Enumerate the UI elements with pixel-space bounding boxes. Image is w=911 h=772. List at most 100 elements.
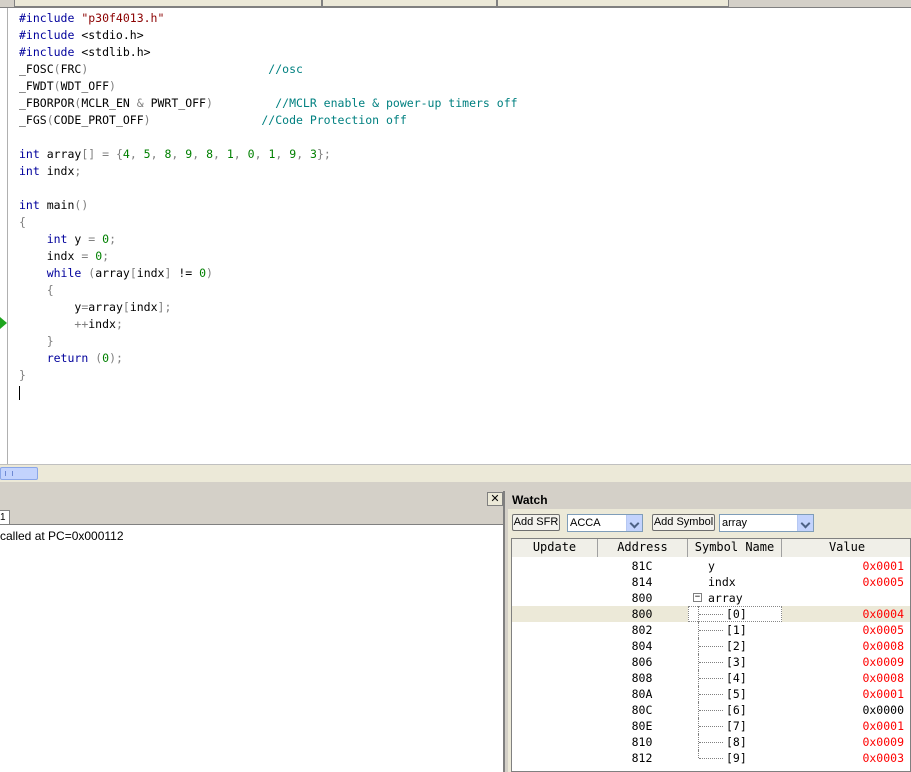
code-line[interactable]: { bbox=[19, 214, 518, 231]
code-token: [] = { bbox=[81, 147, 123, 161]
column-header-value[interactable]: Value bbox=[782, 539, 910, 557]
editor-horizontal-scrollbar[interactable] bbox=[0, 464, 911, 482]
watch-value[interactable]: 0x0008 bbox=[780, 670, 904, 686]
close-icon[interactable]: ✕ bbox=[487, 492, 503, 506]
watch-address: 812 bbox=[631, 751, 653, 765]
code-line[interactable]: { bbox=[19, 282, 518, 299]
code-line[interactable]: _FOSC(FRC) //osc bbox=[19, 61, 518, 78]
watch-row[interactable]: 810 [8] 0x0009 bbox=[512, 734, 910, 750]
code-line[interactable]: #include <stdio.h> bbox=[19, 27, 518, 44]
sfr-select[interactable]: ACCA bbox=[567, 514, 643, 532]
code-token: array bbox=[88, 300, 123, 314]
code-line[interactable]: return (0); bbox=[19, 350, 518, 367]
watch-row[interactable]: 80A [5] 0x0001 bbox=[512, 686, 910, 702]
code-line[interactable] bbox=[19, 129, 518, 146]
code-token: , bbox=[275, 147, 290, 161]
watch-value[interactable]: 0x0001 bbox=[780, 718, 904, 734]
watch-row[interactable]: 81C y 0x0001 bbox=[512, 558, 910, 574]
watch-value[interactable]: 0x0004 bbox=[780, 606, 904, 622]
watch-value[interactable]: 0x0005 bbox=[780, 574, 904, 590]
watch-row[interactable]: 814 indx 0x0005 bbox=[512, 574, 910, 590]
code-line[interactable]: while (array[indx] != 0) bbox=[19, 265, 518, 282]
watch-value[interactable]: 0x0001 bbox=[780, 558, 904, 574]
code-line[interactable]: y=array[indx]; bbox=[19, 299, 518, 316]
watch-row[interactable]: 80E [7] 0x0001 bbox=[512, 718, 910, 734]
watch-symbol: [0] bbox=[726, 607, 747, 621]
add-sfr-button[interactable]: Add SFR bbox=[512, 514, 560, 531]
output-text-area[interactable]: called at PC=0x000112 bbox=[0, 524, 503, 772]
code-token: //osc bbox=[268, 62, 303, 76]
watch-row[interactable]: 800 [0] 0x0004 bbox=[512, 606, 910, 622]
code-line[interactable]: _FGS(CODE_PROT_OFF) //Code Protection of… bbox=[19, 112, 518, 129]
watch-symbol: [5] bbox=[726, 687, 747, 701]
watch-grid[interactable]: Update Address Symbol Name Value 81C y 0x0… bbox=[511, 538, 911, 772]
code-line[interactable]: _FBORPOR(MCLR_EN & PWRT_OFF) //MCLR enab… bbox=[19, 95, 518, 112]
chevron-down-icon[interactable] bbox=[626, 515, 642, 531]
source-code[interactable]: #include "p30f4013.h" #include <stdio.h> #… bbox=[19, 10, 518, 401]
code-token: , bbox=[296, 147, 311, 161]
add-symbol-button[interactable]: Add Symbol bbox=[652, 514, 715, 531]
code-line[interactable]: _FWDT(WDT_OFF) bbox=[19, 78, 518, 95]
watch-address: 800 bbox=[631, 591, 653, 605]
watch-row[interactable]: 802 [1] 0x0005 bbox=[512, 622, 910, 638]
code-line[interactable]: ++indx; bbox=[19, 316, 518, 333]
watch-value[interactable]: 0x0000 bbox=[780, 702, 904, 718]
watch-address: 814 bbox=[631, 575, 653, 589]
code-token: WDT_OFF bbox=[60, 79, 110, 93]
code-token: ; bbox=[115, 317, 123, 331]
watch-row[interactable]: 80C [6] 0x0000 bbox=[512, 702, 910, 718]
code-line[interactable]: int main() bbox=[19, 197, 518, 214]
watch-value[interactable]: 0x0001 bbox=[780, 686, 904, 702]
code-token: ( bbox=[53, 62, 61, 76]
output-tab[interactable]: 1 bbox=[0, 510, 10, 525]
watch-row[interactable]: 808 [4] 0x0008 bbox=[512, 670, 910, 686]
code-line[interactable]: int indx; bbox=[19, 163, 518, 180]
code-line[interactable] bbox=[19, 384, 518, 401]
code-token: , bbox=[213, 147, 227, 161]
watch-value[interactable]: 0x0009 bbox=[780, 654, 904, 670]
code-token: array bbox=[39, 147, 82, 161]
code-line[interactable]: int array[] = {4, 5, 8, 9, 8, 1, 0, 1, 9… bbox=[19, 146, 518, 163]
code-line[interactable]: #include <stdlib.h> bbox=[19, 44, 518, 61]
watch-value[interactable]: 0x0003 bbox=[780, 750, 904, 766]
code-token: } bbox=[46, 334, 54, 348]
code-token: ) bbox=[109, 79, 116, 93]
chevron-down-icon[interactable] bbox=[797, 515, 813, 531]
code-line[interactable]: } bbox=[19, 367, 518, 384]
document-tab[interactable] bbox=[14, 0, 322, 7]
column-header-address[interactable]: Address bbox=[598, 539, 688, 557]
watch-value[interactable]: 0x0005 bbox=[780, 622, 904, 638]
code-token: , bbox=[233, 147, 248, 161]
document-tab[interactable] bbox=[497, 0, 729, 7]
pane-splitter[interactable] bbox=[0, 482, 911, 491]
watch-row[interactable]: 806 [3] 0x0009 bbox=[512, 654, 910, 670]
watch-row[interactable]: 800− array bbox=[512, 590, 910, 606]
code-line[interactable]: } bbox=[19, 333, 518, 350]
watch-row[interactable]: 804 [2] 0x0008 bbox=[512, 638, 910, 654]
watch-symbol: [6] bbox=[726, 703, 747, 717]
code-token: _FWDT bbox=[19, 79, 54, 93]
watch-value[interactable]: 0x0008 bbox=[780, 638, 904, 654]
document-tab[interactable] bbox=[322, 0, 497, 7]
scrollbar-thumb[interactable] bbox=[0, 467, 38, 480]
watch-address: 800 bbox=[631, 607, 653, 621]
code-line[interactable]: #include "p30f4013.h" bbox=[19, 10, 518, 27]
code-line[interactable] bbox=[19, 180, 518, 197]
code-token: indx bbox=[88, 317, 116, 331]
watch-value[interactable]: 0x0009 bbox=[780, 734, 904, 750]
code-line[interactable]: indx = 0; bbox=[19, 248, 518, 265]
source-editor[interactable]: #include "p30f4013.h" #include <stdio.h> #… bbox=[0, 8, 911, 464]
symbol-select[interactable]: array bbox=[719, 514, 814, 532]
output-message: called at PC=0x000112 bbox=[0, 529, 124, 543]
code-token: ( bbox=[53, 79, 61, 93]
code-line[interactable]: int y = 0; bbox=[19, 231, 518, 248]
watch-symbol: y bbox=[708, 559, 715, 573]
editor-gutter[interactable] bbox=[0, 8, 8, 464]
watch-row[interactable]: 812 [9] 0x0003 bbox=[512, 750, 910, 766]
column-header-update[interactable]: Update bbox=[512, 539, 598, 557]
code-token: }; bbox=[316, 147, 331, 161]
column-header-symbol-name[interactable]: Symbol Name bbox=[688, 539, 782, 557]
